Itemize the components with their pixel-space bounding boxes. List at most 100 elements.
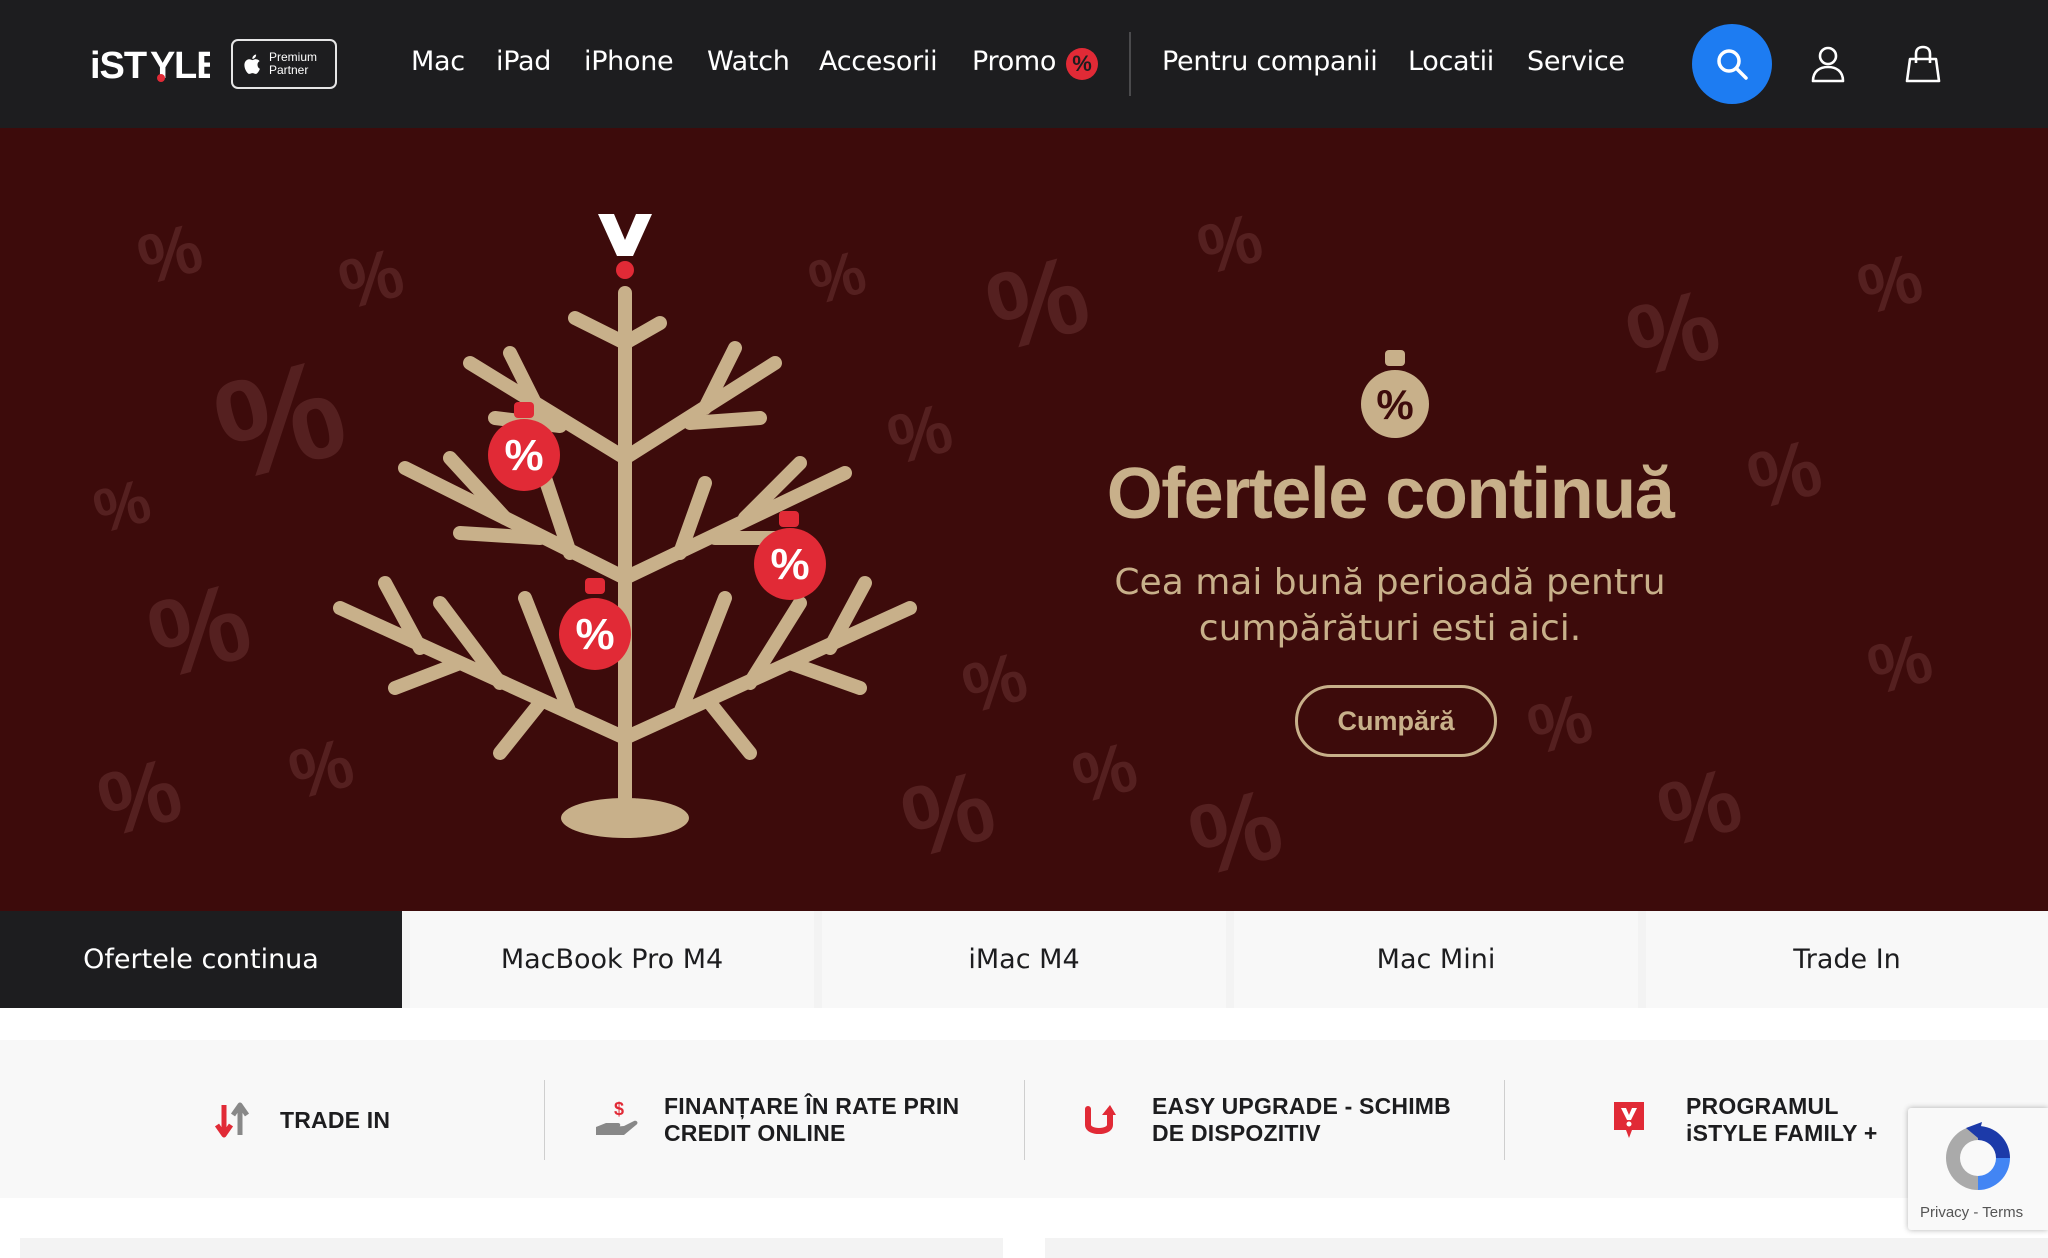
nav-pentru-companii[interactable]: Pentru companii (1162, 46, 1378, 77)
percent-decor: % (130, 208, 210, 299)
tree-branch (783, 656, 867, 695)
percent-decor: % (331, 233, 411, 324)
hero-cta-button[interactable]: Cumpără (1295, 685, 1497, 757)
user-icon (1811, 46, 1845, 83)
gold-ornament-icon: % (1361, 350, 1429, 438)
christmas-tree-illustration (333, 286, 917, 805)
tree-top-dot (616, 261, 634, 279)
feature-financing-line1: FINANȚARE ÎN RATE PRIN (664, 1093, 960, 1119)
feature-divider (544, 1080, 545, 1160)
percent-decor: % (1616, 267, 1731, 398)
hand-money-icon: $ (596, 1099, 638, 1135)
percent-decor: % (975, 231, 1101, 375)
percent-decor: % (1190, 198, 1270, 289)
tab-macbook-pro-m4[interactable]: MacBook Pro M4 (410, 911, 814, 1008)
site-header: iST Y LE Premium Partner Mac iPad iPhone… (0, 0, 2048, 128)
hero-subtitle-line1: Cea mai bună perioadă pentru (1114, 562, 1666, 603)
recaptcha-badge[interactable]: Privacy - Terms (1908, 1108, 2048, 1230)
nav-mac[interactable]: Mac (411, 46, 465, 77)
tab-imac-m4[interactable]: iMac M4 (822, 911, 1226, 1008)
feature-financing-line2: CREDIT ONLINE (664, 1120, 846, 1146)
nav-watch[interactable]: Watch (707, 46, 790, 77)
feature-easy-upgrade-line2: DE DISPOZITIV (1152, 1120, 1321, 1146)
recaptcha-privacy-terms[interactable]: Privacy - Terms (1920, 1204, 2023, 1221)
content-card-right (1045, 1238, 2048, 1258)
tree-branch (453, 526, 547, 545)
search-icon (1717, 49, 1748, 80)
percent-decor: % (136, 559, 262, 703)
partner-badge-line2: Partner (269, 63, 309, 77)
istyle-badge-icon (1614, 1102, 1644, 1138)
nav-service[interactable]: Service (1527, 46, 1625, 77)
nav-locatii[interactable]: Locatii (1408, 46, 1494, 77)
feature-istyle-family-line1: PROGRAMUL (1686, 1093, 1839, 1119)
feature-financing[interactable]: $ FINANȚARE ÎN RATE PRIN CREDIT ONLINE (594, 1080, 959, 1160)
category-tabs: Ofertele continua MacBook Pro M4 iMac M4… (0, 911, 2048, 1008)
percent-decor: % (1739, 422, 1831, 526)
percent-decor: % (87, 466, 158, 547)
percent-decor: % (200, 327, 361, 511)
percent-decor: % (802, 238, 873, 319)
hero-banner[interactable]: % % % % % % % % % % % % % % % % % % % % … (0, 128, 2048, 911)
tree-branch (683, 411, 767, 430)
percent-decor: % (955, 637, 1035, 728)
percent-decor: % (88, 739, 191, 856)
upgrade-arrow-icon (1085, 1105, 1116, 1134)
svg-text:$: $ (614, 1099, 624, 1119)
features-strip: TRADE IN $ FINANȚARE ÎN RATE PRIN CREDIT… (0, 1040, 2048, 1198)
feature-easy-upgrade-line1: EASY UPGRADE - SCHIMB (1152, 1093, 1451, 1119)
feature-istyle-family[interactable]: PROGRAMUL iSTYLE FAMILY + (1610, 1080, 1878, 1160)
account-button[interactable] (1804, 40, 1852, 88)
percent-decor: % (1520, 678, 1600, 769)
istyle-logo[interactable]: iST Y LE (90, 40, 210, 88)
hero-title: Ofertele continuă (1106, 454, 1675, 534)
feature-divider (1504, 1080, 1505, 1160)
apple-logo-icon (244, 54, 260, 74)
svg-text:iST: iST (90, 45, 147, 84)
nav-divider (1129, 32, 1131, 96)
tab-ofertele-continua[interactable]: Ofertele continua (0, 911, 402, 1008)
cart-button[interactable] (1899, 40, 1947, 88)
istyle-logo-mark: iST Y LE (90, 45, 210, 84)
apple-premium-partner-badge: Premium Partner (231, 39, 337, 89)
trade-in-arrows-icon (214, 1102, 250, 1138)
svg-text:%: % (1376, 381, 1413, 428)
partner-badge-text: Premium Partner (269, 51, 317, 77)
hero-subtitle-line2: cumpărături esti aici. (1198, 608, 1582, 649)
feature-easy-upgrade-label: EASY UPGRADE - SCHIMB DE DISPOZITIV (1152, 1093, 1451, 1147)
tree-branch (493, 696, 547, 760)
hero-subtitle: Cea mai bună perioadă pentru cumpărături… (1060, 560, 1720, 652)
tab-mac-mini[interactable]: Mac Mini (1234, 911, 1638, 1008)
percent-decor: % (1178, 767, 1293, 898)
ornament-2: % (754, 511, 826, 600)
tree-branch (703, 696, 757, 760)
feature-financing-label: FINANȚARE ÎN RATE PRIN CREDIT ONLINE (664, 1093, 959, 1147)
percent-decor: % (1065, 727, 1145, 818)
search-button[interactable] (1692, 24, 1772, 104)
percent-decor: % (880, 388, 960, 479)
nav-ipad[interactable]: iPad (496, 46, 551, 77)
hero-background-pattern: % % % % % % % % % % % % % % % % % % % % … (87, 198, 1940, 898)
nav-iphone[interactable]: iPhone (584, 46, 674, 77)
feature-istyle-family-line2: iSTYLE FAMILY + (1686, 1120, 1878, 1146)
feature-easy-upgrade[interactable]: EASY UPGRADE - SCHIMB DE DISPOZITIV (1082, 1080, 1451, 1160)
recaptcha-icon (1946, 1122, 2010, 1190)
feature-trade-in[interactable]: TRADE IN (212, 1080, 390, 1160)
content-card-left (20, 1238, 1003, 1258)
svg-text:%: % (575, 610, 614, 659)
feature-trade-in-line1: TRADE IN (280, 1106, 391, 1133)
percent-decor: % (1850, 238, 1930, 329)
bag-icon (1905, 45, 1941, 83)
tree-branch (568, 311, 632, 350)
promo-percent-badge: % (1066, 48, 1098, 80)
svg-text:%: % (770, 540, 809, 589)
tree-top-emblem (598, 214, 652, 256)
svg-text:LE: LE (174, 45, 210, 84)
feature-istyle-family-label: PROGRAMUL iSTYLE FAMILY + (1686, 1093, 1878, 1147)
nav-accesorii[interactable]: Accesorii (819, 46, 938, 77)
feature-divider (1024, 1080, 1025, 1160)
nav-promo[interactable]: Promo (972, 46, 1056, 77)
tab-trade-in[interactable]: Trade In (1646, 911, 2048, 1008)
feature-trade-in-label: TRADE IN (280, 1107, 390, 1134)
percent-decor: % (281, 723, 361, 814)
